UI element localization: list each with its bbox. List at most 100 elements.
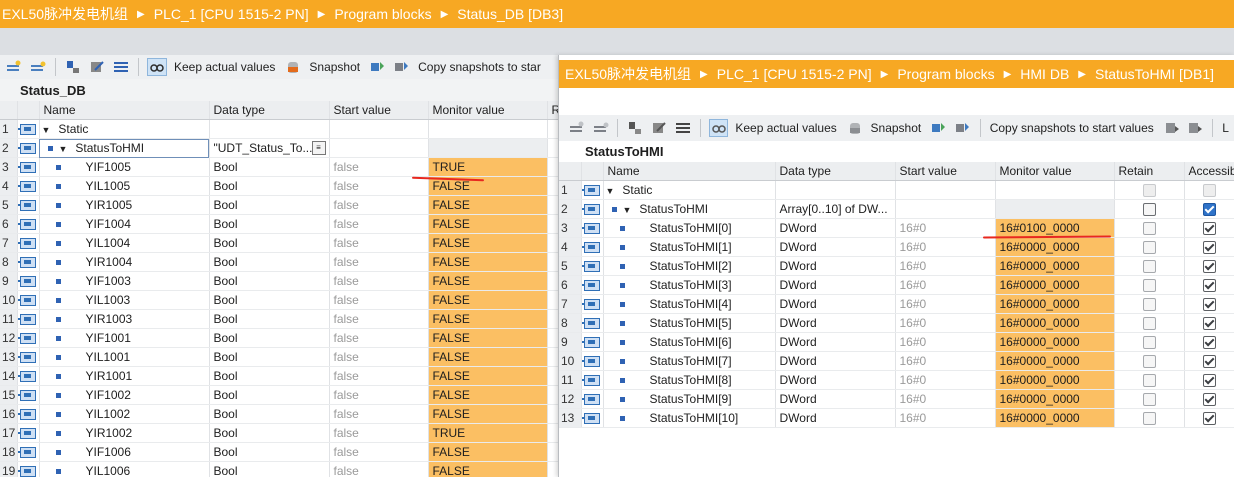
retain-cell[interactable]	[1114, 199, 1185, 219]
breadcrumb-plc[interactable]: PLC_1 [CPU 1515-2 PN]	[154, 6, 309, 22]
data-type-cell[interactable]: Bool	[209, 461, 330, 477]
accessible-checkbox[interactable]	[1203, 260, 1216, 274]
retain-cell[interactable]	[1114, 389, 1185, 409]
start-value-cell[interactable]: 16#0	[895, 408, 996, 428]
start-value-cell[interactable]: false	[329, 214, 429, 234]
add-row-icon[interactable]	[592, 120, 610, 136]
data-type-cell[interactable]: Bool	[209, 252, 330, 272]
start-value-cell[interactable]: false	[329, 366, 429, 386]
col-name[interactable]: Name	[603, 162, 776, 181]
table-row[interactable]: 7 YIL1004 Bool false FALSE	[0, 233, 558, 253]
start-value-cell[interactable]: false	[329, 309, 429, 329]
list-icon[interactable]	[674, 120, 692, 136]
table-row[interactable]: 16 YIL1002 Bool false FALSE	[0, 404, 558, 424]
keep-actual-values-button[interactable]: Keep actual values	[735, 121, 836, 135]
accessible-checkbox[interactable]	[1203, 336, 1216, 350]
col-monitor-value[interactable]: Monitor value	[428, 101, 548, 120]
add-row-icon[interactable]	[29, 59, 47, 75]
name-cell[interactable]: StatusToHMI[3]	[603, 275, 776, 295]
start-value-cell[interactable]: 16#0	[895, 256, 996, 276]
table-row[interactable]: 6 YIF1004 Bool false FALSE	[0, 214, 558, 234]
name-cell[interactable]: YIL1006	[39, 461, 210, 477]
name-cell[interactable]: StatusToHMI[2]	[603, 256, 776, 276]
retain-checkbox[interactable]	[1142, 374, 1156, 388]
table-row[interactable]: 6 StatusToHMI[3] DWord 16#0 16#0000_0000	[559, 275, 1234, 295]
start-value-cell[interactable]: 16#0	[895, 275, 996, 295]
name-cell[interactable]: YIR1004	[39, 252, 210, 272]
data-type-cell[interactable]: DWord	[775, 370, 896, 390]
name-cell[interactable]: YIF1002	[39, 385, 210, 405]
data-type-cell[interactable]: "UDT_Status_To... ≡	[209, 138, 330, 158]
start-value-cell[interactable]	[329, 138, 429, 158]
name-cell[interactable]: YIL1003	[39, 290, 210, 310]
col-retain[interactable]: Retain	[1114, 162, 1185, 181]
data-type-cell[interactable]: DWord	[775, 332, 896, 352]
name-cell[interactable]: YIF1004	[39, 214, 210, 234]
name-cell[interactable]: YIF1005	[39, 157, 210, 177]
retain-cell[interactable]	[1114, 275, 1185, 295]
retain-checkbox[interactable]	[1142, 222, 1156, 236]
list-icon[interactable]	[112, 59, 130, 75]
retain-cell[interactable]	[1114, 294, 1185, 314]
data-type-cell[interactable]: DWord	[775, 294, 896, 314]
table-row[interactable]: 10 YIL1003 Bool false FALSE	[0, 290, 558, 310]
table-row[interactable]: 9 YIF1003 Bool false FALSE	[0, 271, 558, 291]
retain-checkbox[interactable]	[1142, 355, 1156, 369]
retain-cell[interactable]	[1114, 180, 1185, 200]
start-value-cell[interactable]: 16#0	[895, 370, 996, 390]
name-cell[interactable]: ▼ StatusToHMI	[39, 138, 210, 158]
data-type-cell[interactable]: DWord	[775, 389, 896, 409]
table-row[interactable]: 5 StatusToHMI[2] DWord 16#0 16#0000_0000	[559, 256, 1234, 276]
accessible-checkbox[interactable]	[1203, 393, 1216, 407]
accessible-cell[interactable]	[1184, 389, 1234, 409]
accessible-cell[interactable]	[1184, 218, 1234, 238]
retain-checkbox[interactable]	[1142, 393, 1156, 407]
accessible-checkbox[interactable]	[1203, 355, 1216, 369]
snapshot-button[interactable]: Snapshot	[309, 60, 360, 74]
breadcrumb-hmi-db[interactable]: HMI DB	[1020, 66, 1069, 82]
data-type-cell[interactable]: Bool	[209, 442, 330, 462]
name-cell[interactable]: StatusToHMI[9]	[603, 389, 776, 409]
name-cell[interactable]: YIF1006	[39, 442, 210, 462]
name-cell[interactable]: StatusToHMI[1]	[603, 237, 776, 257]
col-start-value[interactable]: Start value	[895, 162, 996, 181]
toolbar-overflow-label[interactable]: L	[1222, 121, 1229, 135]
table-row[interactable]: 5 YIR1005 Bool false FALSE	[0, 195, 558, 215]
name-cell[interactable]: StatusToHMI[8]	[603, 370, 776, 390]
col-data-type[interactable]: Data type	[209, 101, 330, 120]
accessible-checkbox[interactable]	[1203, 241, 1216, 255]
edit-icon[interactable]	[88, 59, 106, 75]
retain-cell[interactable]	[1114, 370, 1185, 390]
copy-snapshots-button[interactable]: Copy snapshots to star	[418, 60, 541, 74]
start-value-cell[interactable]: false	[329, 423, 429, 443]
retain-checkbox[interactable]	[1142, 298, 1156, 312]
name-cell[interactable]: YIR1003	[39, 309, 210, 329]
data-type-cell[interactable]: Bool	[209, 271, 330, 291]
copy-snapshots-button[interactable]: Copy snapshots to start values	[990, 121, 1154, 135]
breadcrumb-plc[interactable]: PLC_1 [CPU 1515-2 PN]	[717, 66, 872, 82]
table-row[interactable]: 9 StatusToHMI[6] DWord 16#0 16#0000_0000	[559, 332, 1234, 352]
col-name[interactable]: Name	[39, 101, 210, 120]
data-type-cell[interactable]: DWord	[775, 256, 896, 276]
accessible-cell[interactable]	[1184, 256, 1234, 276]
data-type-cell[interactable]: Bool	[209, 233, 330, 253]
monitor-glasses-icon[interactable]	[708, 119, 729, 137]
table-row[interactable]: 10 StatusToHMI[7] DWord 16#0 16#0000_0000	[559, 351, 1234, 371]
accessible-checkbox[interactable]	[1203, 317, 1216, 331]
collapse-triangle-icon[interactable]: ▼	[623, 205, 632, 215]
accessible-checkbox[interactable]	[1203, 374, 1216, 388]
col-data-type[interactable]: Data type	[775, 162, 896, 181]
start-value-cell[interactable]: false	[329, 347, 429, 367]
insert-row-icon[interactable]	[568, 120, 586, 136]
data-type-cell[interactable]: Bool	[209, 290, 330, 310]
copy-snapshot-icon[interactable]	[930, 120, 948, 136]
retain-checkbox[interactable]	[1142, 317, 1156, 331]
data-type-cell[interactable]	[209, 119, 330, 139]
table-row[interactable]: 13 YIL1001 Bool false FALSE	[0, 347, 558, 367]
start-value-cell[interactable]: 16#0	[895, 218, 996, 238]
data-type-cell[interactable]: Bool	[209, 385, 330, 405]
start-value-cell[interactable]: false	[329, 176, 429, 196]
name-cell[interactable]: StatusToHMI[10]	[603, 408, 776, 428]
retain-checkbox[interactable]	[1142, 336, 1156, 350]
name-cell[interactable]: YIL1004	[39, 233, 210, 253]
